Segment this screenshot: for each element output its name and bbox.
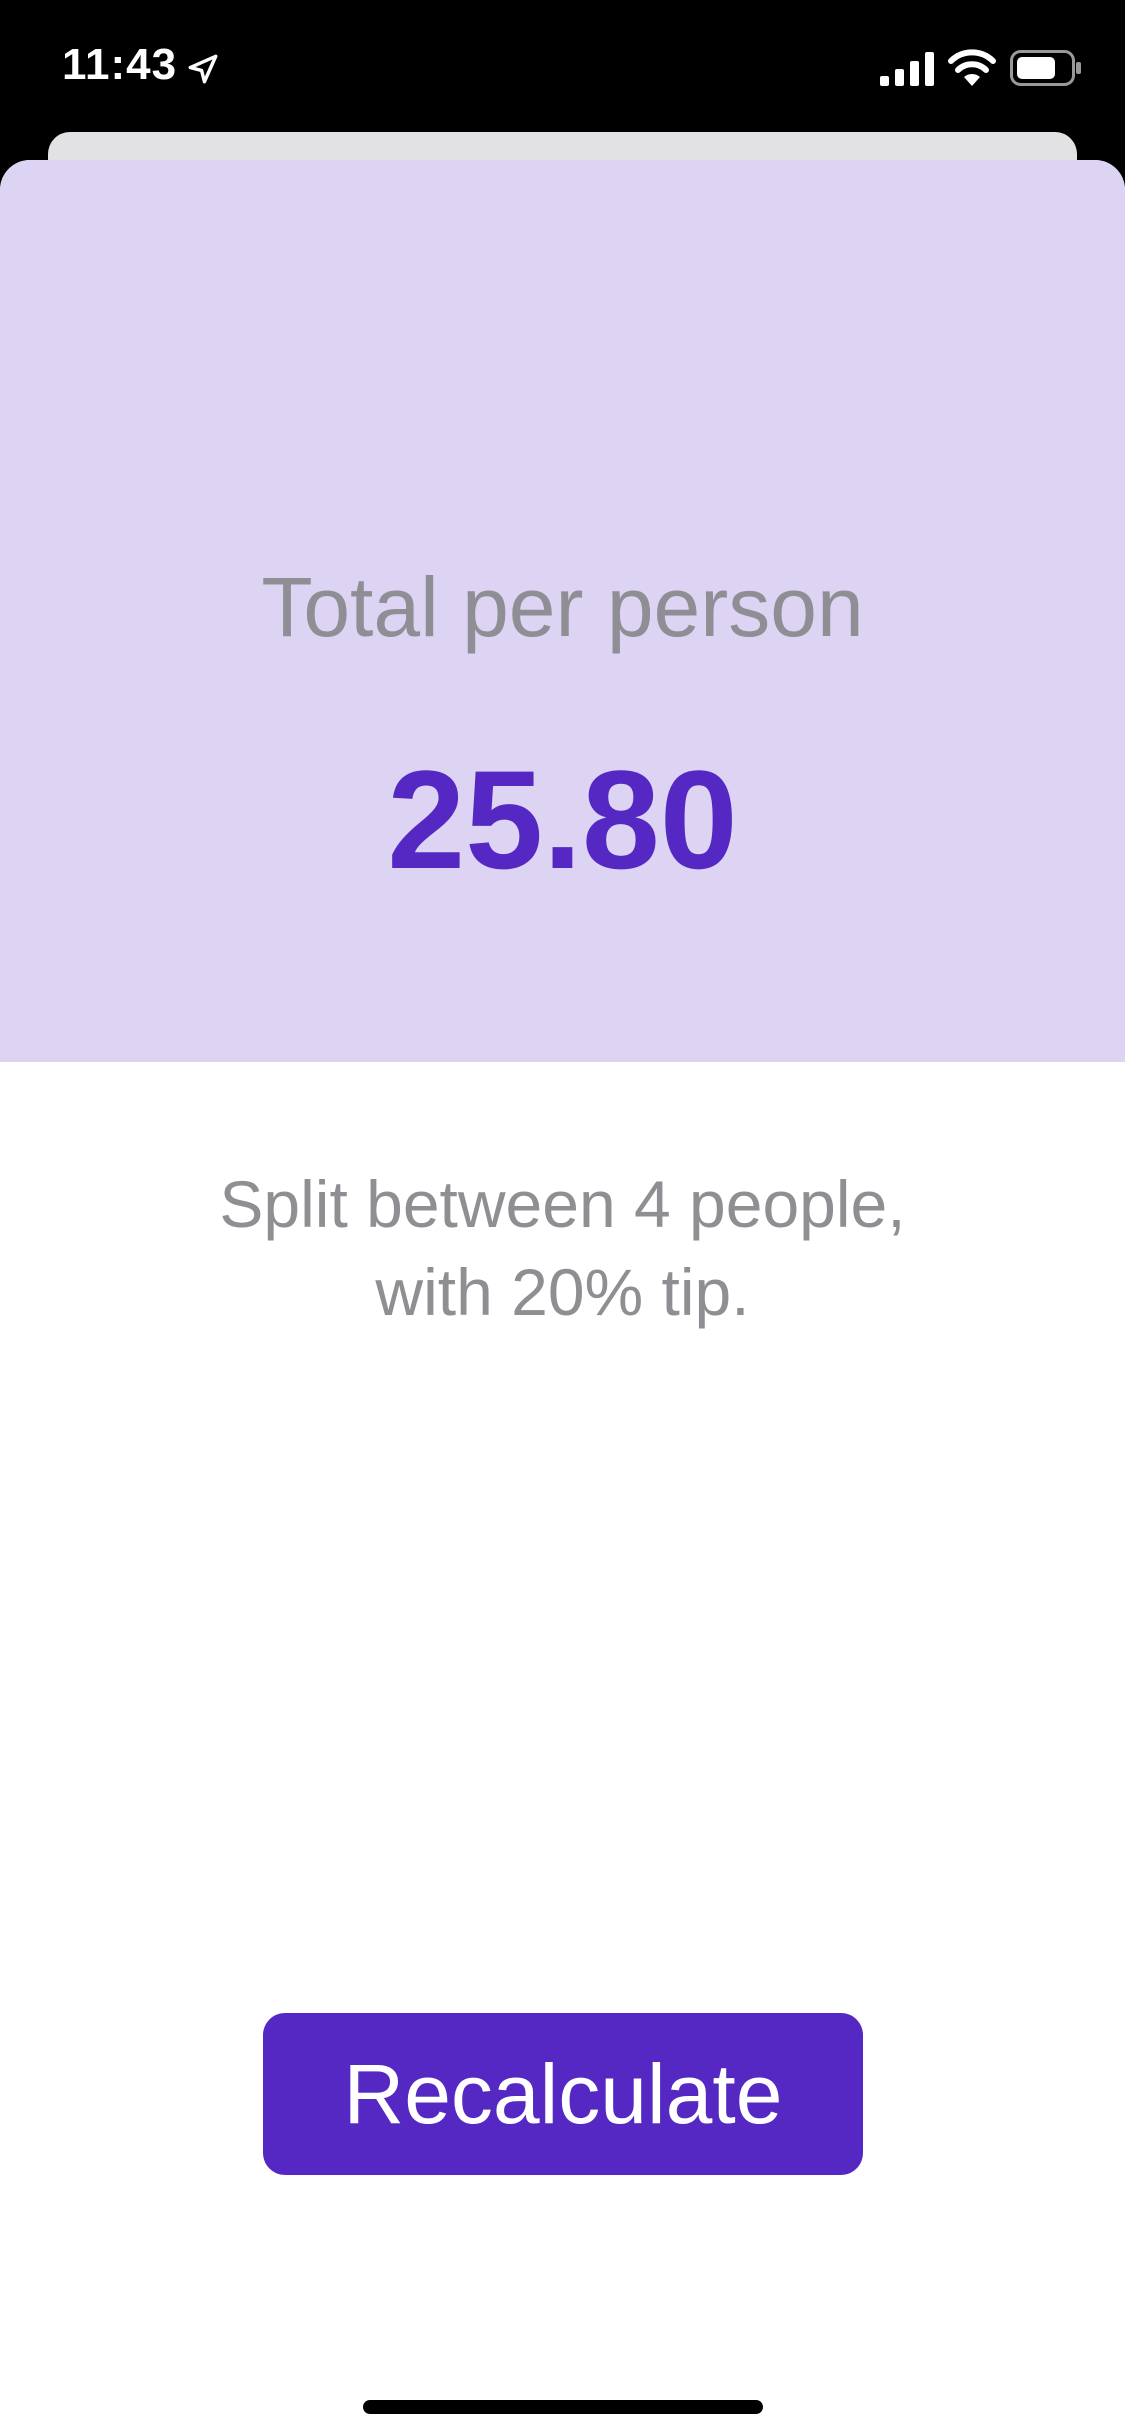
battery-icon — [1010, 50, 1081, 86]
result-sheet: Total per person 25.80 Split between 4 p… — [0, 160, 1125, 2436]
split-summary: Split between 4 people, with 20% tip. — [0, 1160, 1125, 1336]
cellular-signal-icon — [880, 52, 934, 86]
recalculate-button[interactable]: Recalculate — [263, 2013, 863, 2175]
split-summary-line-1: Split between 4 people, — [219, 1167, 906, 1241]
status-time: 11:43 — [62, 40, 178, 89]
location-arrow-icon — [188, 54, 218, 84]
status-bar: 11:43 — [0, 0, 1125, 132]
wifi-icon — [948, 49, 996, 86]
total-per-person-value: 25.80 — [387, 741, 738, 898]
home-indicator[interactable] — [363, 2400, 763, 2414]
total-per-person-label: Total per person — [261, 560, 864, 654]
split-summary-line-2: with 20% tip. — [375, 1255, 750, 1329]
result-panel: Total per person 25.80 — [0, 160, 1125, 1062]
